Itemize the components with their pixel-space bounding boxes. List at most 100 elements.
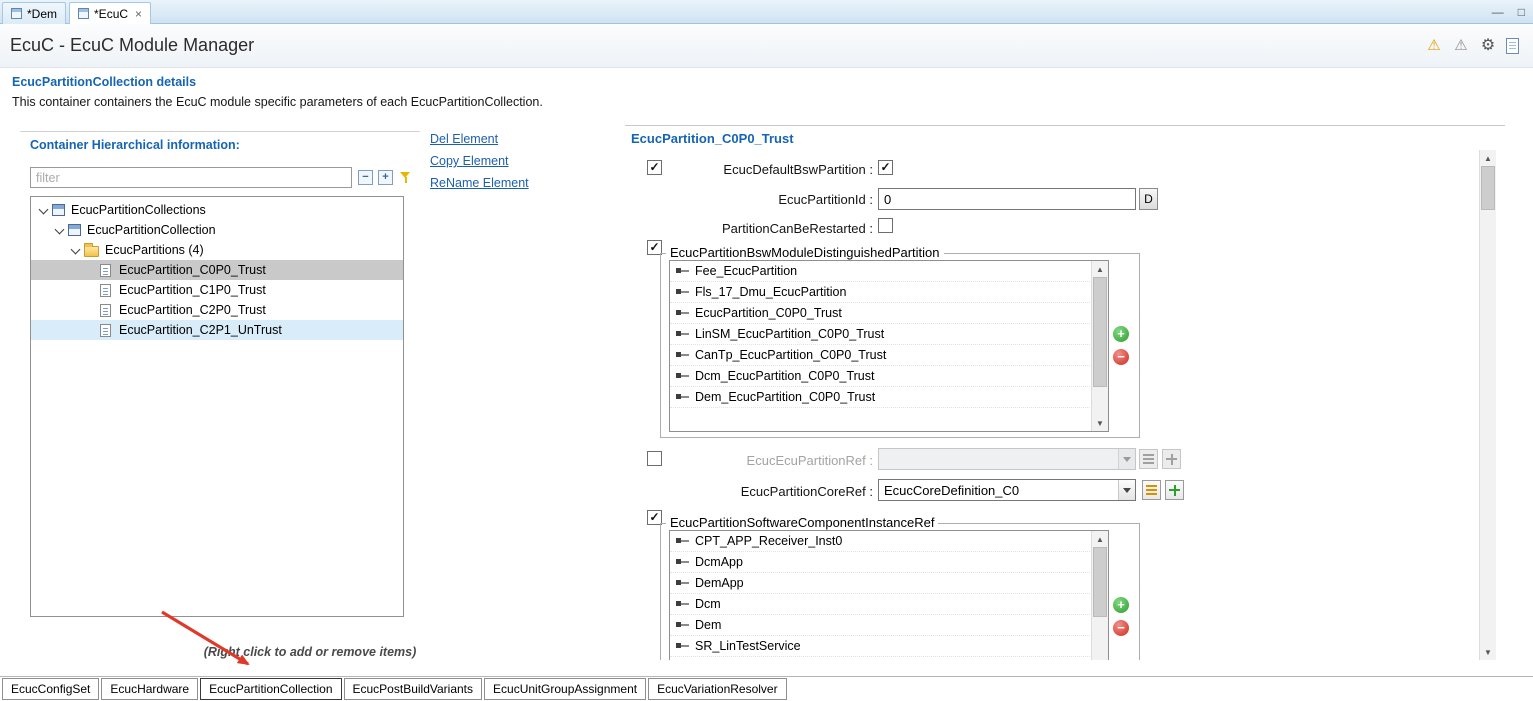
partition-id-input[interactable] [878, 188, 1136, 210]
editor-file-icon [11, 8, 22, 19]
partition-can-be-restarted-checkbox[interactable] [878, 218, 893, 233]
add-item-button[interactable] [1113, 326, 1129, 342]
select-reference-button[interactable] [1142, 480, 1161, 500]
list-item-label: SR_LinTestService [695, 639, 801, 653]
tree-item-ecucpartition-c1p0-trust[interactable]: EcucPartition_C1P0_Trust [31, 280, 403, 300]
core-ref-value: EcucCoreDefinition_C0 [884, 483, 1037, 498]
expand-arrow-icon[interactable] [69, 244, 82, 257]
add-reference-button[interactable] [1165, 480, 1184, 500]
expand-arrow-icon[interactable] [53, 224, 66, 237]
filter-link-icon[interactable] [398, 170, 413, 185]
expand-arrow-icon[interactable] [37, 204, 50, 217]
app-window: *Dem*EcuC× — □ EcuC - EcuC Module Manage… [0, 0, 1533, 701]
bottom-tab-ecucconfigset[interactable]: EcucConfigSet [2, 678, 99, 700]
folder-icon [84, 246, 99, 257]
list-item-label: Dcm [695, 597, 721, 611]
reference-icon [676, 392, 690, 402]
scroll-down-icon[interactable]: ▼ [1480, 644, 1496, 660]
default-bsw-partition-checkbox[interactable] [878, 160, 893, 175]
editor-tab-dem[interactable]: *Dem [2, 2, 66, 24]
enable-checkbox-default-bsw-partition[interactable] [647, 160, 662, 175]
bottom-tab-ecucunitgroupassignment[interactable]: EcucUnitGroupAssignment [484, 678, 646, 700]
sw-component-refs-list: CPT_APP_Receiver_Inst0 DcmApp DemApp Dcm Dem… [669, 530, 1109, 660]
list-item-dcm-ecucpartition-c0p0-trust[interactable]: Dcm_EcucPartition_C0P0_Trust [670, 366, 1108, 387]
config-icon[interactable] [1479, 37, 1497, 55]
list-item-label: Dem_EcucPartition_C0P0_Trust [695, 390, 875, 404]
tree-item-label: EcucPartition_C2P1_UnTrust [119, 323, 282, 337]
list-item-fee-ecucpartition[interactable]: Fee_EcucPartition [670, 261, 1108, 282]
chevron-down-icon[interactable] [1118, 480, 1135, 500]
sw-component-refs-group: EcucPartitionSoftwareComponentInstanceRe… [660, 523, 1140, 660]
document-icon [100, 284, 111, 297]
list-icon [1146, 485, 1157, 495]
list-item-label: Dcm_EcucPartition_C0P0_Trust [695, 369, 874, 383]
list-scrollbar[interactable]: ▲▼ [1091, 261, 1108, 431]
filter-input[interactable] [30, 167, 352, 188]
editor-tab-ecuc[interactable]: *EcuC× [69, 2, 151, 24]
report-icon[interactable] [1506, 38, 1519, 54]
scroll-down-icon[interactable]: ▼ [1092, 415, 1108, 431]
alert-icon[interactable] [1452, 37, 1470, 55]
header-toolbar [1425, 24, 1519, 67]
del-element-link[interactable]: Del Element [430, 132, 529, 146]
scroll-up-icon[interactable]: ▲ [1092, 531, 1108, 547]
scroll-up-icon[interactable]: ▲ [1092, 261, 1108, 277]
list-item-label: CanTp_EcucPartition_C0P0_Trust [695, 348, 886, 362]
editor-tab-strip: *Dem*EcuC× [2, 1, 151, 24]
remove-item-button[interactable] [1113, 620, 1129, 636]
list-item-sr-lintestservice[interactable]: SR_LinTestService [670, 636, 1108, 657]
reference-icon [676, 350, 690, 360]
core-ref-dropdown[interactable]: EcucCoreDefinition_C0 [878, 479, 1136, 501]
tree-item-ecucpartitioncollections[interactable]: EcucPartitionCollections [31, 200, 403, 220]
tree-item-label: EcucPartition_C0P0_Trust [119, 263, 266, 277]
list-item-cpt-app-receiver-inst0[interactable]: CPT_APP_Receiver_Inst0 [670, 531, 1108, 552]
list-item-demapp[interactable]: DemApp [670, 573, 1108, 594]
details-title: EcucPartition_C0P0_Trust [631, 131, 794, 146]
tree-item-ecucpartitioncollection[interactable]: EcucPartitionCollection [31, 220, 403, 240]
list-item-dem-ecucpartition-c0p0-trust[interactable]: Dem_EcucPartition_C0P0_Trust [670, 387, 1108, 408]
bottom-tab-ecucpartitioncollection[interactable]: EcucPartitionCollection [200, 678, 341, 700]
select-reference-button-disabled [1139, 449, 1158, 469]
collapse-all-icon[interactable] [358, 170, 373, 185]
expand-all-icon[interactable] [378, 170, 393, 185]
list-item-fls-17-dmu-ecucpartition[interactable]: Fls_17_Dmu_EcucPartition [670, 282, 1108, 303]
editor-tab-bar: *Dem*EcuC× — □ [0, 0, 1533, 24]
tree-item-ecucpartition-c0p0-trust[interactable]: EcucPartition_C0P0_Trust [31, 260, 403, 280]
add-item-button[interactable] [1113, 597, 1129, 613]
warning-icon[interactable] [1425, 37, 1443, 55]
bsw-module-partitions-group: EcucPartitionBswModuleDistinguishedParti… [660, 253, 1140, 438]
list-item-label: EcucPartition_C0P0_Trust [695, 306, 842, 320]
remove-item-button[interactable] [1113, 349, 1129, 365]
partition-can-be-restarted-label: PartitionCanBeRestarted : [665, 221, 873, 236]
scrollbar-thumb[interactable] [1093, 547, 1107, 617]
list-scrollbar[interactable]: ▲▼ [1091, 531, 1108, 660]
list-item-ecucpartition-c0p0-trust[interactable]: EcucPartition_C0P0_Trust [670, 303, 1108, 324]
list-item-label: DcmApp [695, 555, 743, 569]
maximize-icon[interactable]: □ [1518, 5, 1525, 19]
chevron-down-icon [1118, 449, 1135, 469]
scroll-up-icon[interactable]: ▲ [1480, 150, 1496, 166]
close-tab-icon[interactable]: × [135, 7, 142, 21]
list-item-dem[interactable]: Dem [670, 615, 1108, 636]
list-item-dcmapp[interactable]: DcmApp [670, 552, 1108, 573]
copy-element-link[interactable]: Copy Element [430, 154, 529, 168]
tree-item-ecucpartition-c2p0-trust[interactable]: EcucPartition_C2P0_Trust [31, 300, 403, 320]
list-item-label: CPT_APP_Receiver_Inst0 [695, 534, 842, 548]
minimize-icon[interactable]: — [1492, 5, 1504, 19]
list-item-dcm[interactable]: Dcm [670, 594, 1108, 615]
tree-item-ecucpartitions-4[interactable]: EcucPartitions (4) [31, 240, 403, 260]
enable-checkbox-ecu-partition-ref[interactable] [647, 451, 662, 466]
bottom-tab-ecucvariationresolver[interactable]: EcucVariationResolver [648, 678, 787, 700]
bottom-tab-ecuchardware[interactable]: EcucHardware [101, 678, 198, 700]
tree-item-ecucpartition-c2p1-untrust[interactable]: EcucPartition_C2P1_UnTrust [31, 320, 403, 340]
list-item-cantp-ecucpartition-c0p0-trust[interactable]: CanTp_EcucPartition_C0P0_Trust [670, 345, 1108, 366]
rename-element-link[interactable]: ReName Element [430, 176, 529, 190]
reference-icon [676, 620, 690, 630]
scrollbar-thumb[interactable] [1093, 277, 1107, 387]
bottom-tab-ecucpostbuildvariants[interactable]: EcucPostBuildVariants [344, 678, 483, 700]
list-item-linsm-ecucpartition-c0p0-trust[interactable]: LinSM_EcucPartition_C0P0_Trust [670, 324, 1108, 345]
details-scrollbar[interactable]: ▲▼ [1479, 150, 1496, 660]
default-value-button[interactable]: D [1139, 188, 1158, 210]
details-panel: EcucPartition_C0P0_Trust EcucDefaultBswP… [625, 125, 1505, 660]
scrollbar-thumb[interactable] [1481, 166, 1495, 210]
